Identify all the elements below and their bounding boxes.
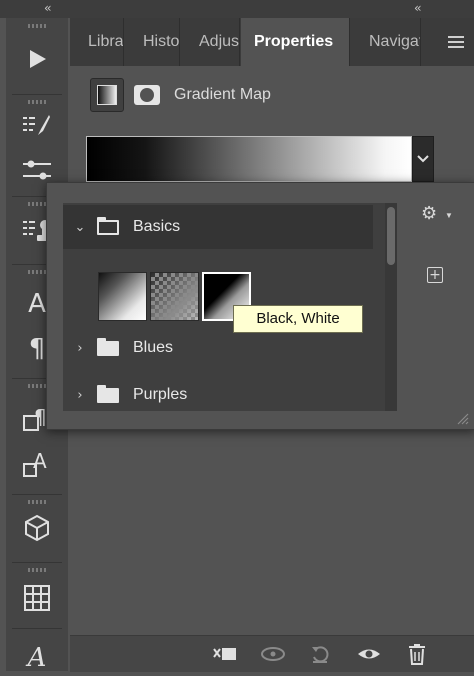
- 3d-cube-icon[interactable]: [6, 508, 68, 548]
- tab-navigator[interactable]: Navigator: [351, 18, 421, 66]
- adjustment-title: Gradient Map: [174, 86, 271, 103]
- chevron-down-icon: ▼: [445, 211, 453, 220]
- panel-bottom-bar: [70, 635, 474, 672]
- delete-icon[interactable]: [402, 636, 432, 672]
- glyph-grid-icon[interactable]: [6, 578, 68, 618]
- chevron-right-icon[interactable]: ›: [63, 341, 97, 356]
- folder-purples[interactable]: › Purples: [63, 373, 373, 411]
- collapse-strip: ‹‹ ‹‹: [0, 0, 474, 18]
- folder-open-icon: [97, 216, 119, 235]
- tab-adjustments[interactable]: Adjustments: [181, 18, 240, 66]
- tab-libraries[interactable]: Libraries: [70, 18, 124, 66]
- brush-presets-icon[interactable]: [6, 108, 68, 144]
- gradient-swatch[interactable]: [98, 272, 147, 321]
- collapse-right-icon[interactable]: ‹‹: [414, 1, 421, 15]
- folder-label: Purples: [133, 386, 188, 403]
- chevron-down-icon[interactable]: [412, 136, 434, 182]
- folder-label: Blues: [133, 339, 174, 356]
- svg-text:¶: ¶: [34, 405, 47, 429]
- chevron-right-icon[interactable]: ›: [63, 388, 97, 403]
- scrollbar[interactable]: [385, 203, 397, 411]
- scrollbar-thumb[interactable]: [387, 207, 395, 265]
- reset-icon[interactable]: [306, 636, 336, 672]
- tab-history[interactable]: History: [125, 18, 180, 66]
- folder-icon: [97, 337, 119, 356]
- panel-menu-icon[interactable]: [448, 36, 464, 48]
- view-previous-icon[interactable]: [258, 636, 288, 672]
- gradient-swatch[interactable]: [150, 272, 199, 321]
- svg-text:A: A: [33, 449, 47, 473]
- folder-icon: [97, 384, 119, 403]
- visibility-icon[interactable]: [354, 636, 384, 672]
- collapse-left-icon[interactable]: ‹‹: [44, 1, 51, 15]
- new-preset-icon[interactable]: +: [427, 267, 443, 283]
- toolbar-grip[interactable]: [28, 24, 46, 28]
- character-styles-icon[interactable]: A: [6, 442, 68, 486]
- layer-mask-icon[interactable]: [130, 78, 164, 112]
- folder-basics[interactable]: ⌄ Basics: [63, 205, 373, 249]
- chevron-down-icon[interactable]: ⌄: [63, 220, 97, 235]
- play-icon[interactable]: [6, 40, 68, 78]
- tooltip: Black, White: [233, 305, 363, 333]
- gear-icon[interactable]: ⚙: [421, 203, 437, 224]
- tab-bar: Libraries History Adjustments Properties…: [70, 18, 474, 66]
- folder-label: Basics: [133, 218, 181, 235]
- clip-to-layer-icon[interactable]: [210, 636, 240, 672]
- gradient-preview[interactable]: [86, 136, 412, 182]
- resize-handle-icon[interactable]: [455, 411, 469, 425]
- gradient-map-layer-icon[interactable]: [90, 78, 124, 112]
- tab-properties[interactable]: Properties: [241, 18, 350, 66]
